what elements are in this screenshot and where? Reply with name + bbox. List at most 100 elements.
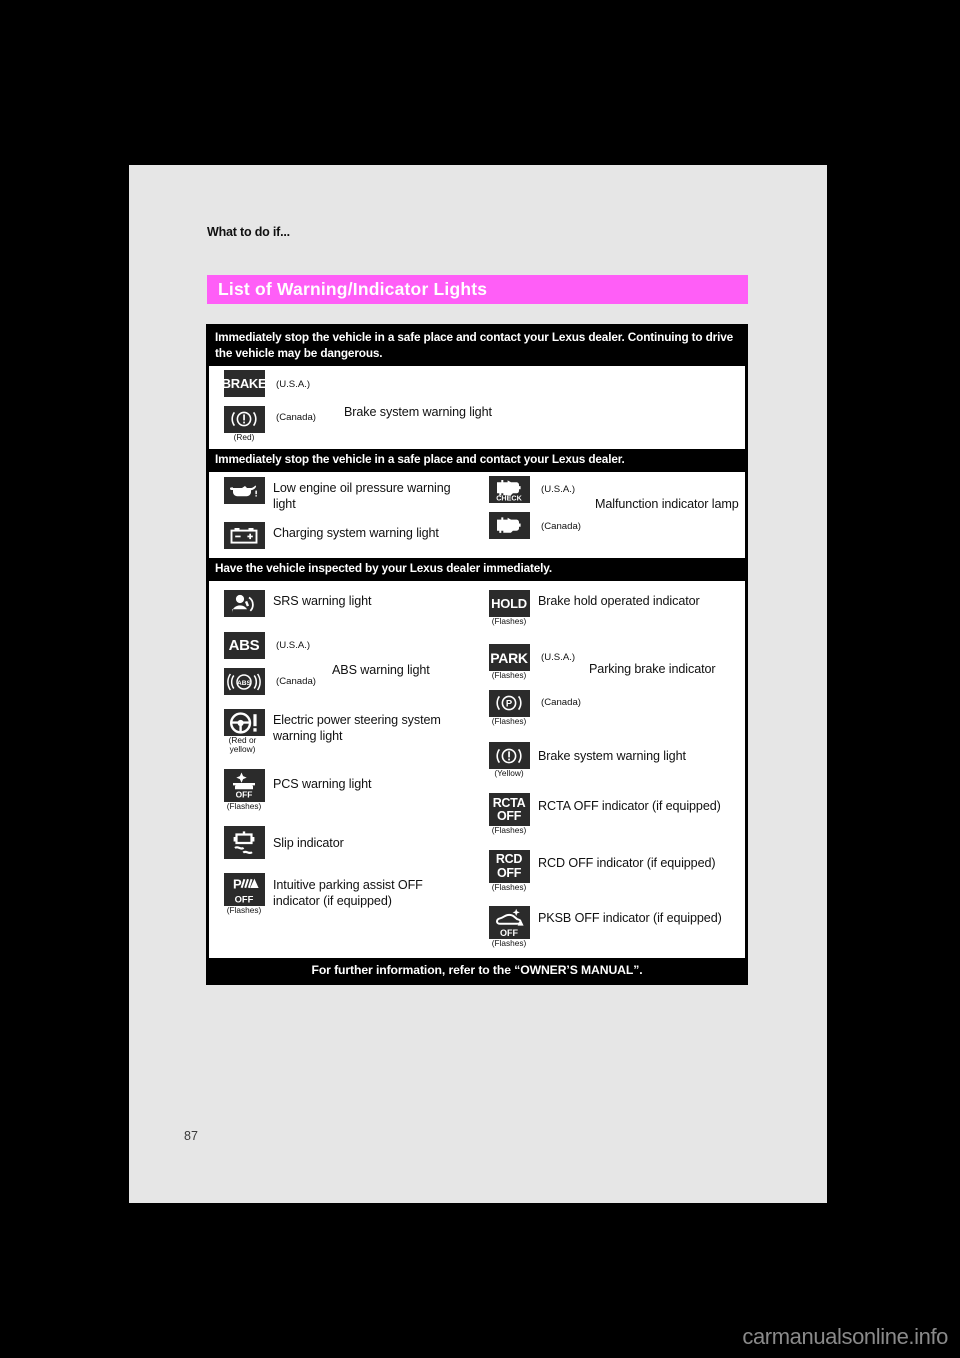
rcd-off-icon-wrap: RCD OFF (Flashes) — [487, 849, 531, 892]
warning-light-label: Brake system warning light — [538, 749, 686, 764]
pksb-off-icon: OFF — [488, 905, 530, 939]
table-row: CHECK (U.S.A.) (Canada) Malfunction indi… — [477, 472, 745, 543]
abs-text-icon: ABS — [223, 632, 265, 660]
svg-text:P: P — [233, 876, 242, 891]
icon-stack: CHECK — [487, 476, 531, 540]
table-row: OFF (Flashes) PCS warning light — [209, 760, 476, 816]
table-row: BRAKE (Red) (U.S.A.) (Canada) Brake syst… — [209, 366, 745, 449]
warning-light-label: SRS warning light — [273, 594, 372, 609]
site-watermark: carmanualsonline.info — [742, 1324, 948, 1349]
table-row: (Red or yellow) Electric power steering … — [209, 699, 476, 760]
hold-icon-wrap: HOLD (Flashes) — [487, 590, 531, 626]
oil-can-icon — [223, 477, 265, 505]
check-engine-icon-wrap — [487, 512, 531, 540]
warning-light-label: PCS warning light — [273, 776, 372, 791]
group-banner-inspect: Have the vehicle inspected by your Lexus… — [215, 561, 552, 576]
svg-text:ABS: ABS — [237, 679, 252, 686]
abs-circle-icon: ABS — [223, 668, 265, 696]
icon-note: (Flashes) — [226, 800, 262, 811]
check-engine-check-icon: CHECK — [488, 476, 530, 504]
manual-page: What to do if... List of Warning/Indicat… — [129, 165, 827, 1203]
table-row: Slip indicator — [209, 816, 476, 864]
icon-note: (Flashes) — [491, 937, 527, 948]
warning-lights-table: Immediately stop the vehicle in a safe p… — [206, 324, 748, 986]
steering-wheel-icon — [223, 709, 265, 737]
park-text-icon-wrap: PARK (Flashes) — [487, 644, 531, 680]
svg-text:OFF: OFF — [500, 928, 518, 938]
group-stop-left-column: Low engine oil pressure warning light Ch… — [209, 472, 477, 559]
region-label-usa: (U.S.A.) — [541, 652, 576, 664]
rcta-off-icon: RCTA OFF — [488, 793, 530, 827]
region-label-canada: (Canada) — [276, 411, 316, 423]
warning-light-label: Electric power steering system warning l… — [273, 713, 441, 744]
icon-note: (Red) — [233, 431, 255, 442]
region-stack: (U.S.A.) (Canada) — [531, 476, 589, 539]
abs-circle-icon-wrap: ABS — [222, 668, 266, 696]
svg-text:OFF: OFF — [235, 894, 254, 905]
warning-light-label: Brake hold operated indicator — [538, 594, 700, 609]
chapter-title: What to do if... — [207, 225, 290, 239]
parking-assist-off-icon-wrap: P OFF (Flashes) — [222, 873, 266, 915]
park-text-icon: PARK — [488, 644, 530, 672]
parking-assist-off-icon: P OFF — [223, 873, 265, 907]
brake-circle-yellow-icon-wrap: (Yellow) — [487, 742, 531, 778]
abs-text-icon-wrap: ABS — [222, 632, 266, 660]
icon-note: (Flashes) — [226, 905, 262, 916]
region-label-usa: (U.S.A.) — [276, 640, 311, 652]
icon-note: (Flashes) — [491, 616, 527, 627]
table-row: PARK (Flashes) P (Flashes) (U.S.A.) (Can… — [477, 637, 745, 730]
svg-text:CHECK: CHECK — [496, 493, 522, 502]
warning-light-label: Malfunction indicator lamp — [595, 497, 739, 512]
warning-light-label: Intuitive parking assist OFF indicator (… — [273, 878, 423, 909]
oil-can-icon-wrap — [222, 477, 266, 505]
region-label-canada: (Canada) — [276, 676, 316, 688]
icon-note: (Red or yellow) — [228, 735, 257, 755]
check-engine-icon — [488, 512, 530, 540]
rcd-off-icon: RCD OFF — [488, 849, 530, 883]
table-row: (Yellow) Brake system warning light — [477, 730, 745, 783]
battery-icon — [223, 522, 265, 550]
region-label-usa: (U.S.A.) — [541, 484, 576, 496]
park-circle-icon: P — [488, 689, 530, 717]
brake-circle-icon — [223, 405, 265, 433]
table-row: HOLD (Flashes) Brake hold operated indic… — [477, 581, 745, 637]
svg-text:OFF: OFF — [236, 790, 253, 800]
warning-light-label: PKSB OFF indicator (if equipped) — [538, 910, 722, 925]
page-number: 87 — [184, 1129, 198, 1143]
warning-light-label: Slip indicator — [273, 836, 344, 851]
section-title-bar: List of Warning/Indicator Lights — [207, 275, 748, 304]
svg-text:P: P — [506, 698, 512, 709]
table-row: RCTA OFF (Flashes) RCTA OFF indicator (i… — [477, 783, 745, 840]
region-stack: (U.S.A.) (Canada) — [266, 632, 324, 695]
region-label-canada: (Canada) — [541, 697, 581, 709]
icon-note: (Flashes) — [491, 825, 527, 836]
region-label-canada: (Canada) — [541, 521, 581, 533]
icon-note: (Flashes) — [491, 715, 527, 726]
table-row: Low engine oil pressure warning light — [209, 472, 476, 517]
group-inspect-right-column: HOLD (Flashes) Brake hold operated indic… — [477, 581, 745, 958]
table-row: RCD OFF (Flashes) RCD OFF indicator (if … — [477, 841, 745, 897]
check-engine-check-icon-wrap: CHECK — [487, 476, 531, 504]
pcs-off-icon-wrap: OFF (Flashes) — [222, 768, 266, 811]
table-row: P OFF (Flashes) Intuitive parking assist… — [209, 864, 476, 925]
icon-stack: PARK (Flashes) P (Flashes) — [487, 644, 531, 726]
region-label-usa: (U.S.A.) — [276, 378, 311, 390]
group-panel-inspect: SRS warning light ABS ABS (U.S.A.) (Cana… — [209, 581, 745, 959]
group-panel-stop: Low engine oil pressure warning light Ch… — [209, 472, 745, 559]
region-stack: (U.S.A.) (Canada) — [531, 644, 583, 726]
icon-note: (Flashes) — [491, 670, 527, 681]
table-row: SRS warning light — [209, 581, 476, 628]
warning-light-label: RCTA OFF indicator (if equipped) — [538, 799, 721, 814]
group-banner-stop: Immediately stop the vehicle in a safe p… — [215, 452, 625, 467]
group-inspect-left-column: SRS warning light ABS ABS (U.S.A.) (Cana… — [209, 581, 477, 959]
pksb-off-icon-wrap: OFF (Flashes) — [487, 905, 531, 948]
icon-note: (Yellow) — [494, 768, 524, 779]
page-title: List of Warning/Indicator Lights — [218, 279, 488, 299]
icon-note: (Flashes) — [491, 881, 527, 892]
brake-text-icon-wrap: BRAKE — [222, 369, 266, 397]
group-stop-right-column: CHECK (U.S.A.) (Canada) Malfunction indi… — [477, 472, 745, 558]
warning-light-label: Charging system warning light — [273, 526, 439, 541]
group-panel-critical: BRAKE (Red) (U.S.A.) (Canada) Brake syst… — [209, 365, 745, 450]
hold-icon: HOLD — [488, 590, 530, 618]
slip-icon-wrap — [222, 826, 266, 860]
